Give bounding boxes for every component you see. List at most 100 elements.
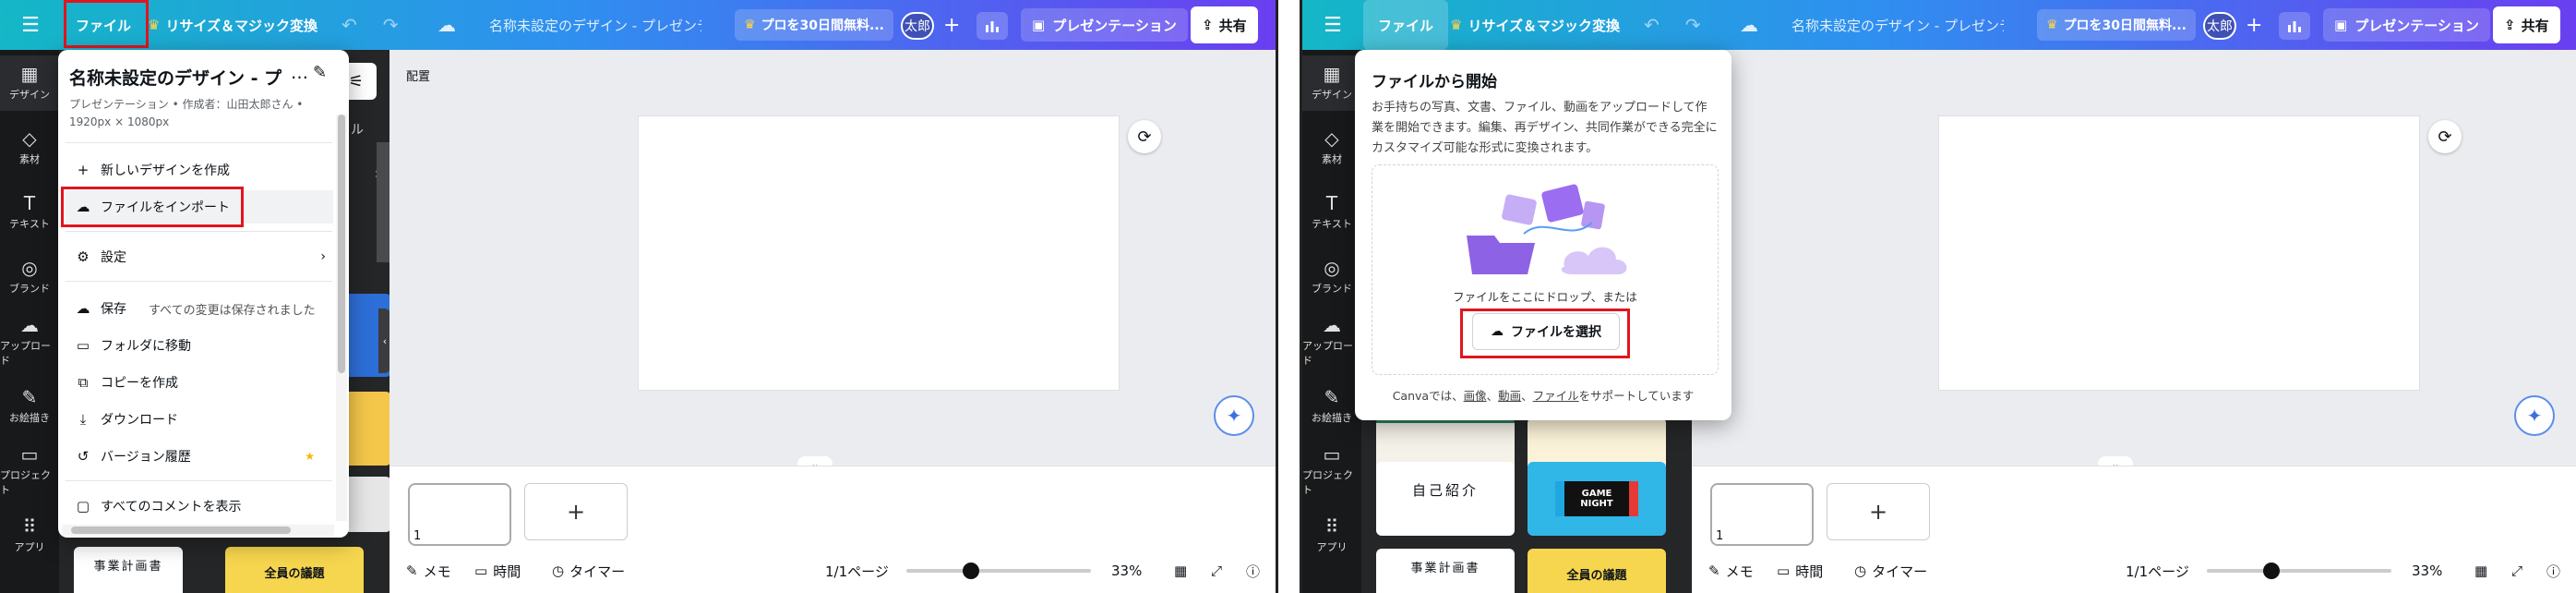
grid-view-icon[interactable]: ▦ <box>2474 563 2487 579</box>
folder-icon: ▭ <box>20 443 39 466</box>
menu-vertical-scrollbar[interactable] <box>336 115 347 521</box>
magic-sparkle-icon[interactable]: ✦ <box>2514 395 2555 436</box>
support-prefix: Canvaでは、 <box>1392 389 1464 403</box>
rail-text[interactable]: T テキスト <box>1302 185 1361 240</box>
template-thumb[interactable]: 全員の議題 <box>1528 549 1666 593</box>
notes-button[interactable]: ✎ メモ <box>406 562 451 581</box>
zoom-slider[interactable] <box>2207 563 2391 579</box>
undo-icon[interactable]: ↶ <box>341 14 357 36</box>
cloud-save-icon[interactable]: ☁ <box>1740 0 1758 50</box>
menu-show-comments[interactable]: ▢ すべてのコメントを表示 <box>66 490 333 523</box>
redo-icon[interactable]: ↷ <box>1685 14 1701 36</box>
rail-elements[interactable]: ◇ 素材 <box>0 120 59 175</box>
scroll-thumb[interactable] <box>338 115 345 373</box>
rail-draw[interactable]: ✎ お絵描き <box>1302 379 1361 434</box>
add-page-button[interactable]: + <box>1827 483 1930 540</box>
presentation-button[interactable]: ▣ プレゼンテーション <box>1021 8 1188 42</box>
zoom-slider[interactable] <box>906 563 1091 579</box>
panel-scrollbar[interactable] <box>377 142 389 262</box>
design-title[interactable]: 名称未設定のデザイン - プレゼンテ <box>489 0 701 50</box>
time-label: 時間 <box>1795 563 1824 580</box>
insights-icon[interactable] <box>2279 12 2310 40</box>
rail-design[interactable]: ▦ デザイン <box>1302 55 1361 111</box>
fullscreen-icon[interactable]: ⤢ <box>2511 563 2522 579</box>
insights-icon[interactable] <box>976 12 1008 40</box>
menu-make-copy[interactable]: ⧉ コピーを作成 <box>66 366 333 399</box>
scroll-thumb[interactable] <box>71 526 291 534</box>
file-menu-button[interactable]: ファイル <box>1363 0 1448 50</box>
menu-save[interactable]: ☁ 保存 すべての変更は保存されました <box>66 292 333 325</box>
avatar[interactable]: 太郎 <box>901 12 934 40</box>
undo-icon[interactable]: ↶ <box>1644 14 1659 36</box>
support-link-video[interactable]: 動画 <box>1498 389 1521 403</box>
menu-icon[interactable]: ☰ <box>1315 0 1350 50</box>
design-canvas[interactable] <box>639 116 1119 390</box>
avatar[interactable]: 太郎 <box>2203 12 2236 40</box>
design-title[interactable]: 名称未設定のデザイン - プレゼンテ <box>1791 0 2004 50</box>
rail-brand[interactable]: ◎ ブランド <box>0 249 59 305</box>
menu-icon[interactable]: ☰ <box>13 0 48 50</box>
support-link-file[interactable]: ファイル <box>1533 389 1579 403</box>
menu-horizontal-scrollbar[interactable] <box>62 525 334 536</box>
share-button[interactable]: ⇪ 共有 <box>2493 6 2560 43</box>
menu-download[interactable]: ⤓ ダウンロード <box>66 403 333 436</box>
template-thumb[interactable]: GAME NIGHT <box>1528 462 1666 536</box>
menu-move-folder[interactable]: ▭ フォルダに移動 <box>66 329 333 362</box>
rail-uploads[interactable]: ☁ アップロード <box>0 314 59 369</box>
pencil-icon[interactable]: ✎ <box>313 63 327 82</box>
redo-icon[interactable]: ↷ <box>383 14 399 36</box>
zoom-level[interactable]: 33% <box>2412 563 2442 579</box>
design-canvas[interactable] <box>1939 116 2419 390</box>
rail-label: お絵描き <box>1312 412 1352 424</box>
support-link-image[interactable]: 画像 <box>1464 389 1487 403</box>
resize-button[interactable]: ♛ リサイズ＆マジック変換 <box>148 0 318 50</box>
rail-brand[interactable]: ◎ ブランド <box>1302 249 1361 305</box>
share-label: 共有 <box>1218 17 1247 34</box>
help-icon[interactable]: ⓘ <box>2546 562 2560 581</box>
magic-sparkle-icon[interactable]: ✦ <box>1214 395 1254 436</box>
workspace: 配置 ⟳ ✦ ⌄ 1 + ✎ メモ ▭ 時間 ◷ タイマー 1/1ページ 33% ▦ … <box>389 50 1276 593</box>
share-button[interactable]: ⇪ 共有 <box>1191 6 1258 43</box>
page-thumbnail[interactable] <box>1710 483 1814 546</box>
rail-draw[interactable]: ✎ お絵描き <box>0 379 59 434</box>
zoom-knob[interactable] <box>2263 563 2280 579</box>
rail-projects[interactable]: ▭ プロジェクト <box>0 443 59 499</box>
presentation-button[interactable]: ▣ プレゼンテーション <box>2323 8 2490 42</box>
rail-apps[interactable]: ⠿ アプリ <box>0 508 59 563</box>
template-thumb[interactable]: 事業計画書 <box>74 547 183 593</box>
add-page-button[interactable]: + <box>524 483 628 540</box>
rail-elements[interactable]: ◇ 素材 <box>1302 120 1361 175</box>
refresh-icon[interactable]: ⟳ <box>1128 120 1161 153</box>
template-thumb[interactable]: 自己紹介 <box>1376 462 1515 536</box>
zoom-level[interactable]: 33% <box>1111 563 1142 579</box>
timer-button[interactable]: ◷ タイマー <box>552 562 625 581</box>
rail-text[interactable]: T テキスト <box>0 185 59 240</box>
template-thumb[interactable]: 事業計画書 <box>1376 549 1515 593</box>
rail-uploads[interactable]: ☁ アップロード <box>1302 314 1361 369</box>
notes-button[interactable]: ✎ メモ <box>1708 562 1754 581</box>
cloud-save-icon[interactable]: ☁ <box>437 0 456 50</box>
menu-settings[interactable]: ⚙ 設定 › <box>66 240 333 273</box>
add-collaborator-icon[interactable]: + <box>2246 0 2262 50</box>
rail-design[interactable]: ▦ デザイン <box>0 55 59 111</box>
zoom-knob[interactable] <box>963 563 979 579</box>
time-button[interactable]: ▭ 時間 <box>1777 562 1823 581</box>
pro-trial-button[interactable]: ♛ プロを30日間無料... <box>2037 9 2196 41</box>
rail-projects[interactable]: ▭ プロジェクト <box>1302 443 1361 499</box>
grid-view-icon[interactable]: ▦ <box>1174 563 1187 579</box>
menu-design-title[interactable]: 名称未設定のデザイン - プレ <box>69 65 282 90</box>
fullscreen-icon[interactable]: ⤢ <box>1211 563 1222 579</box>
time-button[interactable]: ▭ 時間 <box>474 562 521 581</box>
menu-version-history[interactable]: ↺ バージョン履歴 ★ <box>66 440 333 473</box>
template-thumb[interactable]: 全員の議題 <box>225 547 364 593</box>
timer-button[interactable]: ◷ タイマー <box>1854 562 1927 581</box>
rail-apps[interactable]: ⠿ アプリ <box>1302 508 1361 563</box>
page-thumbnail[interactable] <box>408 483 511 546</box>
add-collaborator-icon[interactable]: + <box>943 0 960 50</box>
menu-new-design[interactable]: + 新しいデザインを作成 <box>66 153 333 187</box>
refresh-icon[interactable]: ⟳ <box>2428 120 2462 153</box>
help-icon[interactable]: ⓘ <box>1246 562 1260 581</box>
resize-button[interactable]: ♛ リサイズ＆マジック変換 <box>1450 0 1620 50</box>
arrange-label[interactable]: 配置 <box>406 67 430 84</box>
pro-trial-button[interactable]: ♛ プロを30日間無料... <box>735 9 893 41</box>
